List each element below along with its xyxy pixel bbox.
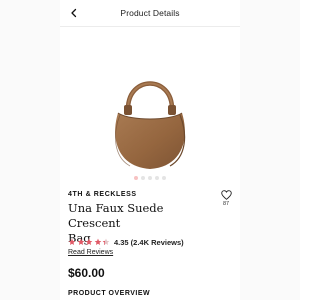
product-title-line-1: Una Faux Suede Crescent — [68, 201, 164, 230]
heart-outline-icon — [220, 190, 232, 200]
rating-row[interactable]: 4.35 (2.4K Reviews) — [68, 237, 184, 247]
back-button[interactable] — [66, 5, 82, 21]
product-price: $60.00 — [68, 266, 105, 280]
star-icon — [94, 238, 101, 245]
top-bar: Product Details — [60, 0, 240, 26]
crescent-bag-image — [115, 81, 186, 169]
star-half-icon — [102, 238, 110, 245]
right-background — [240, 0, 300, 300]
carousel-dot[interactable] — [148, 176, 152, 180]
read-reviews-link[interactable]: Read Reviews — [68, 249, 113, 256]
star-icon — [77, 238, 84, 245]
page-title: Product Details — [120, 8, 180, 18]
star-rating — [68, 238, 110, 246]
carousel-dot[interactable] — [134, 176, 138, 180]
carousel-dot[interactable] — [141, 176, 145, 180]
product-overview-heading[interactable]: PRODUCT OVERVIEW — [68, 290, 150, 297]
chevron-left-icon — [71, 8, 77, 18]
product-image[interactable] — [60, 27, 240, 172]
image-carousel-dots — [60, 176, 240, 182]
star-icon — [85, 238, 93, 245]
brand-name[interactable]: 4TH & RECKLESS — [68, 191, 137, 198]
star-icon — [68, 238, 76, 245]
left-background — [0, 0, 60, 300]
carousel-dot[interactable] — [162, 176, 166, 180]
product-details-screen: Product Details 4TH & RECKLESS Una Faux … — [60, 0, 240, 300]
rating-summary: 4.35 (2.4K Reviews) — [114, 237, 184, 247]
carousel-dot[interactable] — [155, 176, 159, 180]
wishlist-button[interactable]: 87 — [218, 190, 234, 207]
wishlist-count: 87 — [222, 201, 230, 207]
